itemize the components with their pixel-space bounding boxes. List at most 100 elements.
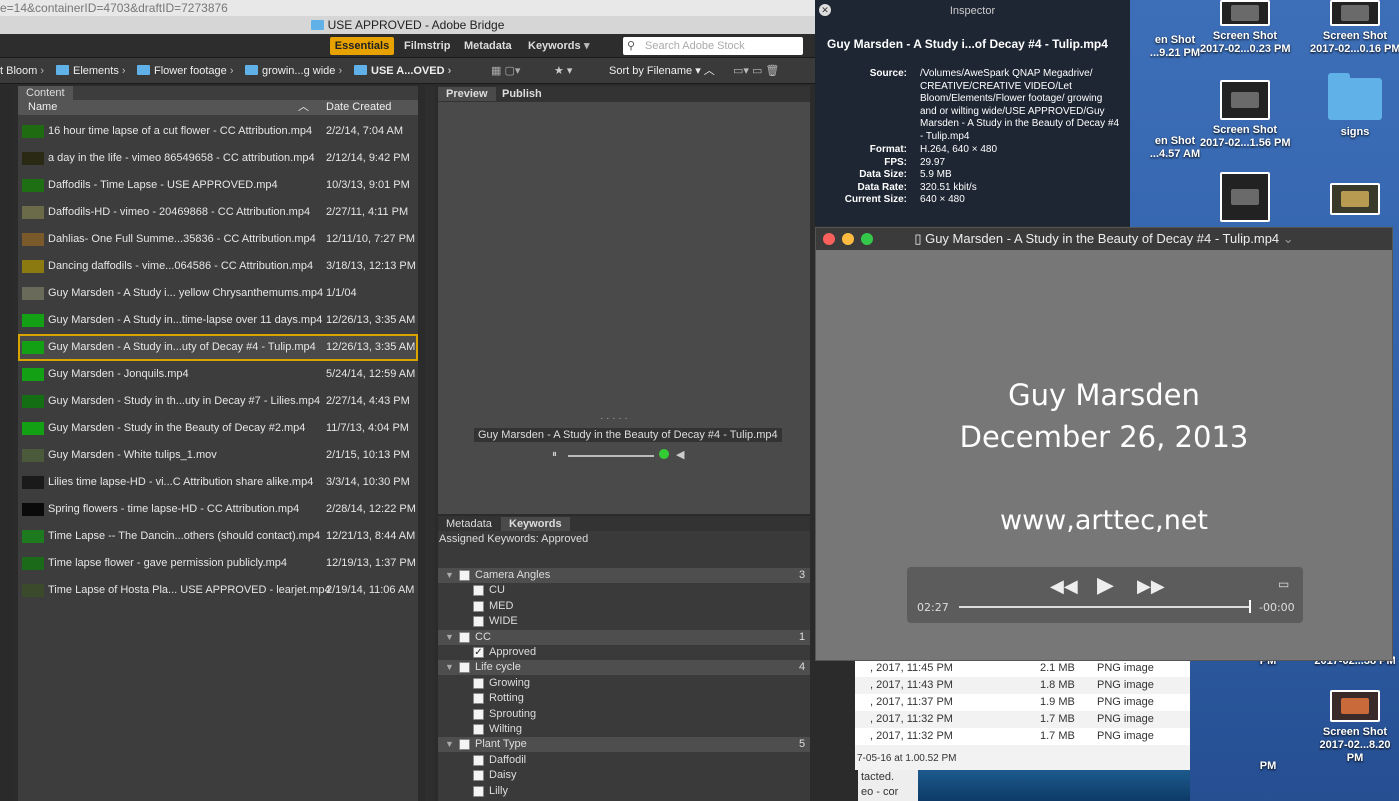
keyword-item[interactable]: ✓ Approved [438, 645, 810, 660]
file-row[interactable]: Guy Marsden - A Study i... yellow Chrysa… [18, 280, 418, 307]
keyword-item[interactable]: WIDE [438, 614, 810, 629]
file-row[interactable]: Time Lapse -- The Dancin...others (shoul… [18, 523, 418, 550]
keyword-checkbox[interactable] [459, 739, 470, 751]
keyword-checkbox[interactable]: ✓ [473, 647, 484, 658]
sort-arrow-icon[interactable]: ︿ [298, 100, 309, 115]
desktop-file-icon[interactable]: Screen Shot 2017-02...0.23 PM [1200, 0, 1291, 56]
keyword-checkbox[interactable] [473, 693, 484, 705]
browser-url-bar[interactable]: e=14&containerID=4703&draftID=7273876 [0, 0, 815, 16]
breadcrumb-item[interactable]: Elements › [56, 64, 126, 78]
keyword-category[interactable]: ▼ Plant Type 5 [438, 737, 810, 753]
minimize-button[interactable] [842, 233, 854, 245]
workspace-essentials[interactable]: Essentials [330, 37, 394, 55]
col-date[interactable]: Date Created [326, 100, 391, 115]
keyword-category[interactable]: ▼ Camera Angles 3 [438, 568, 810, 583]
workspace-keywords[interactable]: Keywords [528, 37, 581, 55]
file-row[interactable]: Guy Marsden - Study in th...uty in Decay… [18, 388, 418, 415]
sort-dropdown[interactable]: Sort by Filename ▾ ︿ [609, 64, 715, 78]
keyword-checkbox[interactable] [473, 754, 484, 766]
keyword-checkbox[interactable] [473, 708, 484, 720]
file-row[interactable]: Guy Marsden - White tulips_1.mov 2/1/15, … [18, 442, 418, 469]
keyword-category[interactable]: ▼ Life cycle 4 [438, 660, 810, 676]
keyword-item[interactable]: MED [438, 599, 810, 614]
workspace-filmstrip[interactable]: Filmstrip [404, 37, 450, 55]
folder-actions-icon[interactable]: ▭▾ ▭ 🗑 [733, 64, 779, 78]
tab-publish[interactable]: Publish [494, 87, 550, 101]
video-frame[interactable]: Guy Marsden December 26, 2013 www,arttec… [816, 250, 1392, 660]
file-row[interactable]: Guy Marsden - A Study in...uty of Decay … [18, 334, 418, 361]
fast-forward-icon[interactable]: ▶▶ [1137, 576, 1165, 597]
file-row[interactable]: Daffodils - Time Lapse - USE APPROVED.mp… [18, 172, 418, 199]
file-row[interactable]: Time Lapse of Hosta Pla... USE APPROVED … [18, 577, 418, 604]
finder-row[interactable]: , 2017, 11:45 PM 2.1 MB PNG image [855, 660, 1190, 677]
keyword-item[interactable]: Daffodil [438, 753, 810, 768]
tab-content[interactable]: Content [18, 86, 73, 100]
breadcrumb-item[interactable]: Flower footage › [137, 64, 234, 78]
keyword-checkbox[interactable] [473, 600, 484, 612]
workspace-metadata[interactable]: Metadata [464, 37, 512, 55]
disclosure-triangle-icon[interactable]: ▼ [445, 737, 454, 752]
tab-keywords[interactable]: Keywords [501, 517, 570, 531]
file-row[interactable]: Guy Marsden - A Study in...time-lapse ov… [18, 307, 418, 334]
keyword-item[interactable]: Wilting [438, 722, 810, 737]
play-icon[interactable]: ▶ [1097, 573, 1114, 598]
desktop-folder-signs[interactable]: signs [1310, 73, 1399, 139]
keyword-checkbox[interactable] [473, 724, 484, 735]
finder-row[interactable]: , 2017, 11:37 PM 1.9 MB PNG image [855, 694, 1190, 711]
keyword-item[interactable]: Sprouting [438, 707, 810, 722]
disclosure-triangle-icon[interactable]: ▼ [445, 568, 454, 583]
desktop-file-icon[interactable] [1310, 183, 1399, 219]
file-row[interactable]: Daffodils-HD - vimeo - 20469868 - CC Att… [18, 199, 418, 226]
file-row[interactable]: Spring flowers - time lapse-HD - CC Attr… [18, 496, 418, 523]
keyword-item[interactable]: Daisy [438, 768, 810, 783]
col-name[interactable]: Name [28, 100, 57, 115]
breadcrumb-item[interactable]: t Bloom › [0, 64, 44, 78]
tab-preview[interactable]: Preview [438, 87, 496, 101]
disclosure-triangle-icon[interactable]: ▼ [445, 660, 454, 675]
desktop-file-icon[interactable]: Screen Shot 2017-02...8.20 PM [1310, 690, 1399, 765]
keyword-checkbox[interactable] [459, 570, 470, 581]
keyword-checkbox[interactable] [459, 662, 470, 674]
keyword-checkbox[interactable] [459, 631, 470, 643]
desktop-file-icon[interactable]: Screen Shot 2017-02...1.56 PM [1200, 80, 1291, 150]
keyword-item[interactable]: Lilly [438, 784, 810, 799]
keyword-checkbox[interactable] [473, 585, 484, 597]
file-row[interactable]: Dancing daffodils - vime...064586 - CC A… [18, 253, 418, 280]
loop-icon[interactable] [659, 449, 669, 459]
file-row[interactable]: Dahlias- One Full Summe...35836 - CC Att… [18, 226, 418, 253]
file-row[interactable]: 16 hour time lapse of a cut flower - CC … [18, 118, 418, 145]
breadcrumb-item[interactable]: growin...g wide › [245, 64, 342, 78]
file-row[interactable]: Time lapse flower - gave permission publ… [18, 550, 418, 577]
rewind-icon[interactable]: ◀◀ [1050, 576, 1078, 597]
volume-icon[interactable]: ◀ [676, 448, 684, 461]
keyword-item[interactable]: Rotting [438, 691, 810, 706]
desktop-file-icon[interactable]: Screen Shot 2017-02...0.16 PM [1310, 0, 1399, 56]
desktop-file-icon[interactable] [1200, 172, 1290, 226]
finder-row[interactable]: , 2017, 11:32 PM 1.7 MB PNG image [855, 728, 1190, 745]
keyword-checkbox[interactable] [473, 616, 484, 628]
keyword-checkbox[interactable] [473, 770, 484, 782]
tab-metadata[interactable]: Metadata [438, 517, 500, 531]
keyword-item[interactable]: CU [438, 583, 810, 598]
file-row[interactable]: Lilies time lapse-HD - vi...C Attributio… [18, 469, 418, 496]
disclosure-triangle-icon[interactable]: ▼ [445, 630, 454, 645]
airplay-icon[interactable]: ▭ [1278, 577, 1289, 591]
progress-track[interactable] [959, 606, 1249, 608]
sort-ascending-icon[interactable]: ︿ [704, 65, 715, 77]
keyword-item[interactable]: Growing [438, 676, 810, 691]
finder-row[interactable]: , 2017, 11:43 PM 1.8 MB PNG image [855, 677, 1190, 694]
finder-row[interactable]: , 2017, 11:32 PM 1.7 MB PNG image [855, 711, 1190, 728]
close-icon[interactable]: ✕ [819, 4, 831, 16]
file-row[interactable]: a day in the life - vimeo 86549658 - CC … [18, 145, 418, 172]
search-stock-input[interactable]: ⚲ Search Adobe Stock [623, 37, 803, 55]
workspace-dropdown-icon[interactable]: ▾ [584, 37, 590, 55]
content-scrollbar[interactable] [425, 86, 435, 801]
zoom-button[interactable] [861, 233, 873, 245]
file-row[interactable]: Guy Marsden - Study in the Beauty of Dec… [18, 415, 418, 442]
close-button[interactable] [823, 233, 835, 245]
keyword-category[interactable]: ▼ CC 1 [438, 629, 810, 645]
keyword-checkbox[interactable] [473, 785, 484, 797]
breadcrumb-item[interactable]: USE A...OVED › [354, 64, 451, 78]
star-filter-icon[interactable]: ★ ▾ [554, 64, 572, 78]
view-grid-icon[interactable]: ▦ ▢▾ [491, 64, 520, 78]
